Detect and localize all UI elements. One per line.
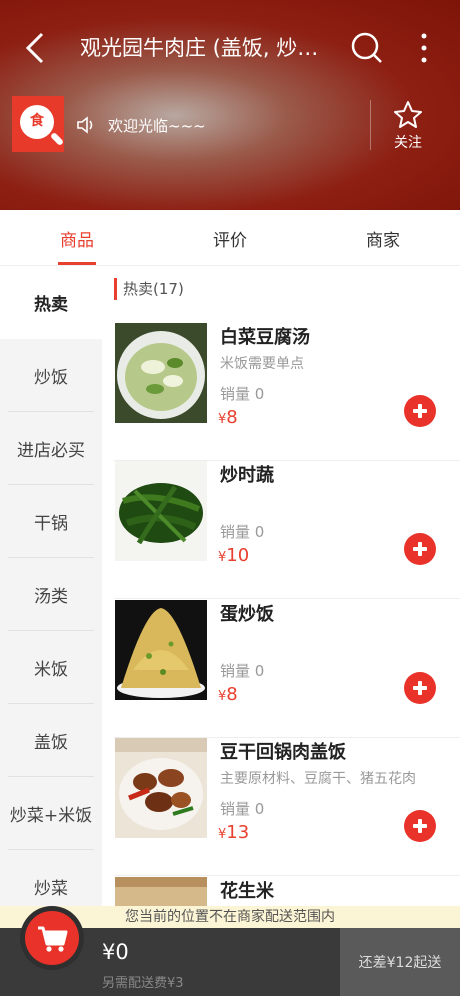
tab-indicator [58, 262, 96, 265]
dish-price: ¥8 [218, 684, 238, 705]
welcome-message: 欢迎光临~~~ [108, 117, 206, 135]
shop-header: 观光园牛肉庄 (盖饭, 炒饭, 面条, 水饺) 食 欢迎光临~~~ 关注 [0, 0, 460, 210]
list-item[interactable]: 白菜豆腐汤 米饭需要单点 销量 0 ¥8 [102, 323, 460, 461]
list-item[interactable]: 炒时蔬 销量 0 ¥10 [102, 461, 460, 599]
dish-image [115, 738, 207, 838]
category-soup[interactable]: 汤类 [0, 558, 102, 631]
category-must-buy[interactable]: 进店必买 [0, 412, 102, 485]
add-to-cart-button[interactable] [404, 810, 436, 842]
search-icon[interactable] [350, 30, 384, 66]
list-item[interactable]: 豆干回锅肉盖饭 主要原材料、豆腐干、猪五花肉 销量 0 ¥13 [102, 738, 460, 876]
page-title: 观光园牛肉庄 (盖饭, 炒饭, 面条, 水饺) [80, 36, 330, 60]
dish-sales: 销量 0 [220, 800, 265, 818]
category-fried-rice[interactable]: 炒饭 [0, 339, 102, 412]
dish-description: 主要原材料、豆腐干、猪五花肉 [220, 771, 416, 787]
category-dry-pot[interactable]: 干锅 [0, 485, 102, 558]
dish-image [115, 600, 207, 700]
tab-bar: 商品 评价 商家 [0, 210, 460, 266]
category-rice[interactable]: 米饭 [0, 631, 102, 704]
back-icon[interactable] [20, 28, 50, 68]
dish-price: ¥8 [218, 407, 238, 428]
section-title: 热卖(17) [114, 278, 184, 300]
dish-sales: 销量 0 [220, 662, 265, 680]
dish-description: 米饭需要单点 [220, 356, 304, 372]
add-to-cart-button[interactable] [404, 395, 436, 427]
dish-image [115, 461, 207, 561]
tab-reviews[interactable]: 评价 [190, 226, 270, 251]
category-sidebar: 热卖 炒饭 进店必买 干锅 汤类 米饭 盖饭 炒菜+米饭 炒菜 [0, 266, 102, 926]
category-hot[interactable]: 热卖 [0, 266, 102, 339]
tab-merchant[interactable]: 商家 [343, 226, 423, 251]
dish-price: ¥13 [218, 822, 250, 843]
dish-sales: 销量 0 [220, 385, 265, 403]
dish-name: 炒时蔬 [220, 465, 274, 486]
delivery-fee: 另需配送费¥3 [102, 976, 184, 991]
category-dish-rice[interactable]: 炒菜+米饭 [0, 777, 102, 850]
add-to-cart-button[interactable] [404, 533, 436, 565]
dish-name: 白菜豆腐汤 [220, 327, 310, 348]
product-list: 热卖(17) 白菜豆腐汤 米饭需要单点 销量 0 ¥8 炒时蔬 销量 0 ¥10… [102, 266, 460, 906]
header-divider [370, 100, 371, 150]
dish-image [115, 877, 207, 906]
follow-label[interactable]: 关注 [384, 132, 432, 152]
shop-logo: 食 [12, 96, 65, 152]
cart-button[interactable] [20, 906, 84, 970]
dish-sales: 销量 0 [220, 523, 265, 541]
dish-price: ¥10 [218, 545, 250, 566]
category-rice-bowl[interactable]: 盖饭 [0, 704, 102, 777]
dish-name: 豆干回锅肉盖饭 [220, 742, 346, 763]
dish-name: 蛋炒饭 [220, 604, 274, 625]
star-icon[interactable] [393, 100, 423, 130]
cart-total: ¥0 [102, 940, 129, 964]
min-order-button[interactable]: 还差¥12起送 [340, 928, 460, 996]
speaker-icon [77, 116, 93, 134]
dish-image [115, 323, 207, 423]
add-to-cart-button[interactable] [404, 672, 436, 704]
dish-name: 花生米 [220, 881, 274, 902]
more-vertical-icon[interactable] [414, 30, 434, 66]
cart-icon [38, 926, 68, 952]
list-item[interactable]: 蛋炒饭 销量 0 ¥8 [102, 600, 460, 738]
list-item[interactable]: 花生米 [102, 877, 460, 906]
tab-products[interactable]: 商品 [37, 226, 117, 251]
